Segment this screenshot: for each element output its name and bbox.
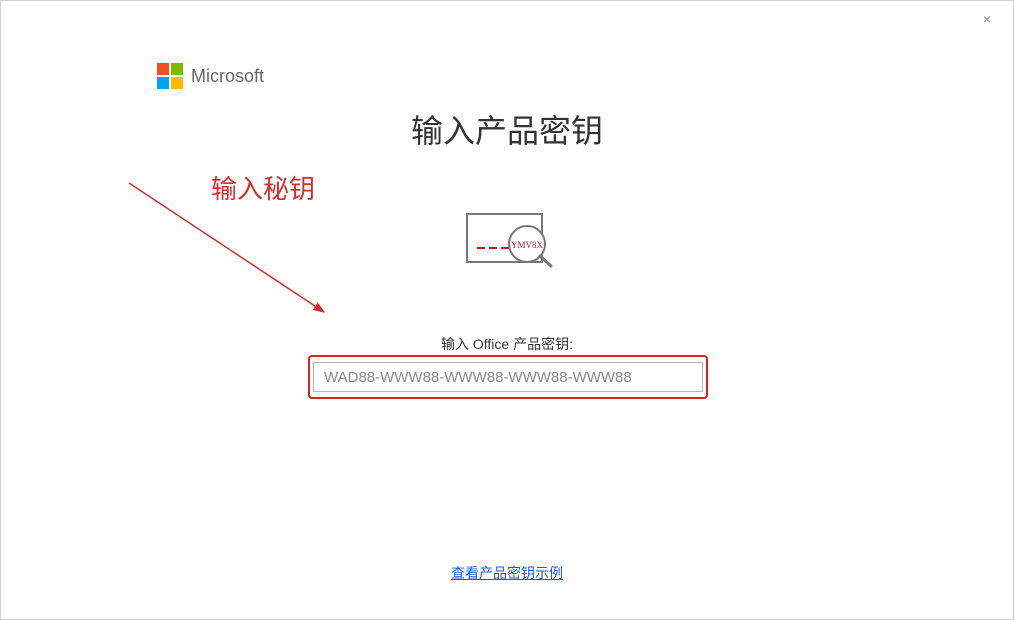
microsoft-tiles-icon [157,63,183,89]
svg-text:YMV8X: YMV8X [511,240,544,250]
microsoft-logo: Microsoft [157,63,264,89]
annotation-label: 输入秘钥 [211,169,315,206]
microsoft-text: Microsoft [191,66,264,87]
page-title: 输入产品密钥 [1,106,1013,152]
dialog-window: × Microsoft 输入产品密钥 输入秘钥 YMV8X [0,0,1014,620]
product-key-input[interactable] [313,362,703,392]
product-key-example-link[interactable]: 查看产品密钥示例 [451,565,563,581]
input-highlight-box [308,355,708,399]
close-icon: × [983,11,991,27]
example-link-wrap: 查看产品密钥示例 [1,563,1013,583]
key-card-magnifier-icon: YMV8X [457,206,557,276]
close-button[interactable]: × [977,9,997,29]
product-key-illustration: YMV8X [457,206,557,281]
product-key-label: 输入 Office 产品密钥: [1,334,1013,354]
